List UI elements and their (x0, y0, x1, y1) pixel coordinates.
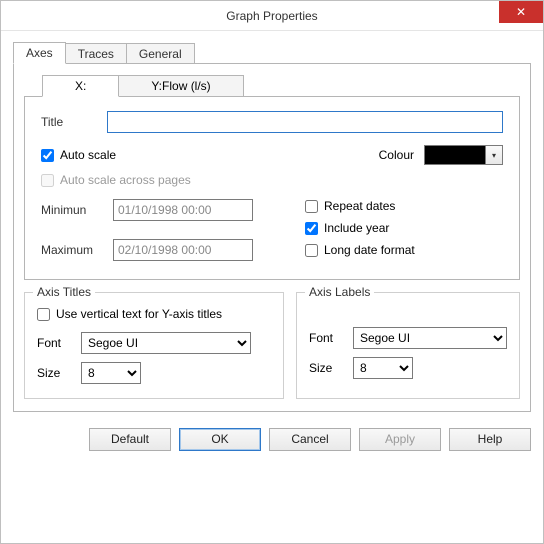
include-year-checkbox[interactable]: Include year (305, 221, 415, 235)
x-axis-panel: Title Auto scale Colour (24, 96, 520, 280)
labels-font-select[interactable]: Segoe UI (353, 327, 507, 349)
repeat-dates-label: Repeat dates (324, 199, 395, 213)
title-label: Title (41, 115, 107, 129)
tab-general[interactable]: General (126, 43, 195, 64)
colour-dropdown-button[interactable] (486, 145, 503, 165)
window-title: Graph Properties (226, 9, 317, 23)
titles-size-label: Size (37, 366, 71, 380)
close-icon: ✕ (516, 6, 526, 18)
axes-panel: X: Y:Flow (l/s) Title Auto scale Colour (13, 63, 531, 412)
default-button[interactable]: Default (89, 428, 171, 451)
colour-swatch (424, 145, 486, 165)
autoscale-pages-check-input (41, 174, 54, 187)
tab-axes[interactable]: Axes (13, 42, 66, 64)
axis-titles-group: Axis Titles Use vertical text for Y-axis… (24, 292, 284, 399)
close-button[interactable]: ✕ (499, 1, 543, 23)
labels-font-label: Font (309, 331, 343, 345)
autoscale-label: Auto scale (60, 148, 116, 162)
labels-size-select[interactable]: 8 (353, 357, 413, 379)
include-year-label: Include year (324, 221, 389, 235)
help-button[interactable]: Help (449, 428, 531, 451)
axis-title-input[interactable] (107, 111, 503, 133)
autoscale-pages-checkbox: Auto scale across pages (41, 173, 191, 187)
axis-tabstrip: X: Y:Flow (l/s) (42, 74, 520, 96)
tab-y-axis[interactable]: Y:Flow (l/s) (118, 75, 243, 97)
titles-font-select[interactable]: Segoe UI (81, 332, 251, 354)
tab-traces[interactable]: Traces (65, 43, 127, 64)
maximum-input (113, 239, 253, 261)
repeat-dates-check-input[interactable] (305, 200, 318, 213)
graph-properties-dialog: Graph Properties ✕ Axes Traces General X… (0, 0, 544, 544)
axis-labels-group: Axis Labels Font Segoe UI Size 8 (296, 292, 520, 399)
tab-x-axis[interactable]: X: (42, 75, 119, 97)
include-year-check-input[interactable] (305, 222, 318, 235)
autoscale-check-input[interactable] (41, 149, 54, 162)
long-date-checkbox[interactable]: Long date format (305, 243, 415, 257)
main-tabstrip: Axes Traces General (13, 41, 531, 63)
axis-titles-legend: Axis Titles (33, 285, 95, 299)
long-date-label: Long date format (324, 243, 415, 257)
dialog-content: Axes Traces General X: Y:Flow (l/s) Titl… (1, 31, 543, 420)
colour-label: Colour (379, 148, 414, 162)
maximum-label: Maximum (41, 243, 113, 257)
minimum-label: Minimun (41, 203, 113, 217)
autoscale-checkbox[interactable]: Auto scale (41, 148, 116, 162)
ok-button[interactable]: OK (179, 428, 261, 451)
long-date-check-input[interactable] (305, 244, 318, 257)
vertical-text-label: Use vertical text for Y-axis titles (56, 307, 222, 321)
repeat-dates-checkbox[interactable]: Repeat dates (305, 199, 415, 213)
autoscale-pages-label: Auto scale across pages (60, 173, 191, 187)
labels-size-label: Size (309, 361, 343, 375)
apply-button: Apply (359, 428, 441, 451)
vertical-text-check-input[interactable] (37, 308, 50, 321)
titlebar: Graph Properties ✕ (1, 1, 543, 31)
colour-picker[interactable] (424, 145, 503, 165)
titles-size-select[interactable]: 8 (81, 362, 141, 384)
minimum-input (113, 199, 253, 221)
titles-font-label: Font (37, 336, 71, 350)
cancel-button[interactable]: Cancel (269, 428, 351, 451)
axis-labels-legend: Axis Labels (305, 285, 374, 299)
vertical-text-checkbox[interactable]: Use vertical text for Y-axis titles (37, 307, 222, 321)
dialog-buttons: Default OK Cancel Apply Help (1, 420, 543, 463)
